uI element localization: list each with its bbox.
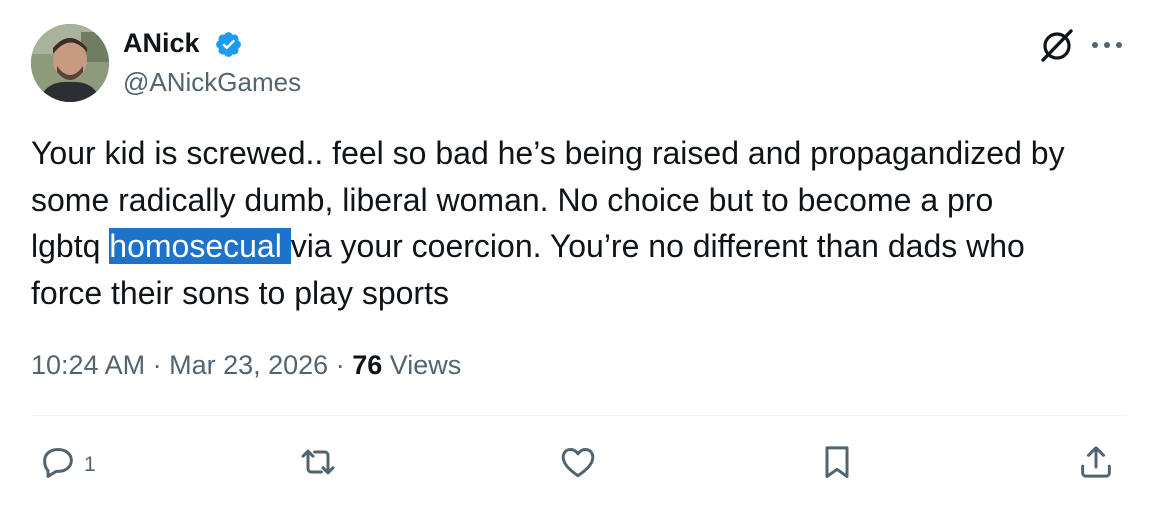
share-button[interactable] [1076, 442, 1116, 482]
verified-badge-icon [216, 32, 241, 57]
meta-separator: · [145, 350, 170, 380]
divider [31, 415, 1127, 416]
reply-count: 1 [84, 453, 96, 476]
views-label[interactable]: Views [382, 350, 462, 380]
tweet-time[interactable]: 10:24 AM [31, 350, 145, 380]
tweet-text-segment: lgbtq [31, 228, 110, 264]
display-name[interactable]: ANick [123, 26, 200, 60]
more-icon[interactable] [1090, 40, 1124, 50]
tweet-text-line: Your kid is screwed.. feel so bad he’s b… [31, 135, 1065, 171]
tweet-text-line: force their sons to play sports [31, 274, 449, 311]
bookmark-button[interactable] [817, 442, 857, 482]
share-icon [1081, 446, 1111, 478]
retweet-icon [301, 449, 335, 475]
tweet-card: ANick @ANickGames Your kid is screwed.. … [0, 0, 1157, 509]
selected-text[interactable]: homosecual [109, 228, 291, 264]
retweet-button[interactable] [297, 442, 339, 482]
like-button[interactable] [558, 442, 598, 482]
tweet-text-line: some radically dumb, liberal woman. No c… [31, 181, 994, 218]
bookmark-icon [825, 446, 849, 478]
tweet-text-line: lgbtq homosecual via your coercion. You’… [31, 223, 1131, 270]
tweet-text-segment: via your coercion. You’re no different t… [290, 228, 1025, 264]
grok-icon[interactable] [1036, 24, 1078, 66]
reply-button[interactable]: 1 [38, 442, 96, 482]
tweet-meta: 10:24 AM · Mar 23, 2026 · 76 Views [31, 347, 461, 383]
views-count[interactable]: 76 [352, 350, 382, 380]
reply-icon [43, 448, 73, 478]
heart-icon [561, 448, 595, 478]
avatar[interactable] [31, 24, 109, 102]
tweet-text: Your kid is screwed.. feel so bad he’s b… [31, 130, 1131, 316]
meta-separator: · [328, 350, 353, 380]
tweet-date[interactable]: Mar 23, 2026 [169, 350, 328, 380]
user-handle[interactable]: @ANickGames [123, 66, 301, 98]
